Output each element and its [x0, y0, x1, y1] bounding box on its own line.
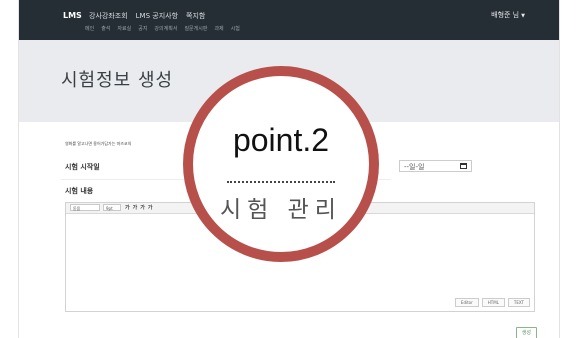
submenu-item-assignment[interactable]: 과제	[214, 25, 223, 32]
menu-item-messages[interactable]: 쪽지함	[186, 11, 205, 21]
submenu-item-exam[interactable]: 시험	[231, 25, 240, 32]
submenu-item-main[interactable]: 메인	[85, 25, 94, 32]
date-value: --일-일	[404, 163, 425, 171]
italic-button[interactable]: 가	[140, 204, 145, 211]
menu-item-lms-notice[interactable]: LMS 공지사항	[136, 11, 178, 21]
calendar-icon[interactable]	[460, 163, 467, 169]
caret-down-icon: ▼	[521, 13, 525, 19]
user-menu[interactable]: 배형준 님 ▼	[491, 10, 525, 20]
top-navbar: LMS 강사강좌조회 LMS 공지사항 쪽지함 메인 출석 자료실 공지 강의계…	[19, 0, 559, 40]
submenu-item-qna[interactable]: 질문게시판	[184, 25, 207, 32]
user-name: 배형준 님	[491, 11, 520, 19]
format-buttons: 가 가 가 가	[125, 204, 152, 211]
submenu-item-notice[interactable]: 공지	[138, 25, 147, 32]
point-callout-circle: point.2 시험 관리	[183, 66, 379, 262]
app-window: LMS 강사강좌조회 LMS 공지사항 쪽지함 메인 출석 자료실 공지 강의계…	[18, 0, 560, 338]
callout-title: point.2	[232, 122, 330, 158]
callout-divider	[227, 181, 335, 183]
tab-editor[interactable]: Editor	[454, 298, 479, 307]
editor-mode-tabs: Editor HTML TEXT	[454, 298, 530, 307]
start-date-label: 시험 시작일	[65, 163, 100, 171]
submenu-item-attendance[interactable]: 출석	[101, 25, 110, 32]
sub-menu: 메인 출석 자료실 공지 강의계획서 질문게시판 과제 시험	[85, 25, 240, 32]
strike-button[interactable]: 가	[148, 204, 153, 211]
tab-text[interactable]: TEXT	[507, 298, 530, 307]
page-title: 시험정보 생성	[61, 70, 174, 91]
font-size-select[interactable]: 9pt	[103, 204, 121, 211]
tab-html[interactable]: HTML	[481, 298, 505, 307]
bold-button[interactable]: 가	[125, 204, 130, 211]
font-select-value: 돋움	[73, 206, 81, 211]
top-menu: 강사강좌조회 LMS 공지사항 쪽지함	[89, 11, 205, 21]
submenu-item-syllabus[interactable]: 강의계획서	[154, 25, 177, 32]
create-button[interactable]: 생성	[515, 327, 537, 338]
callout-subtitle: 시험 관리	[220, 197, 342, 223]
form-notice: 영화를 알고나면 용어가답가는 마즈코의	[65, 141, 132, 146]
font-select[interactable]: 돋움	[70, 204, 100, 211]
underline-button[interactable]: 가	[133, 204, 138, 211]
start-date-input[interactable]: --일-일	[399, 160, 472, 172]
submenu-item-resources[interactable]: 자료실	[117, 25, 131, 32]
font-size-value: 9pt	[106, 206, 113, 211]
menu-item-course-lookup[interactable]: 강사강좌조회	[89, 11, 128, 21]
content-label: 시험 내용	[65, 187, 94, 195]
brand-logo[interactable]: LMS	[63, 11, 82, 20]
